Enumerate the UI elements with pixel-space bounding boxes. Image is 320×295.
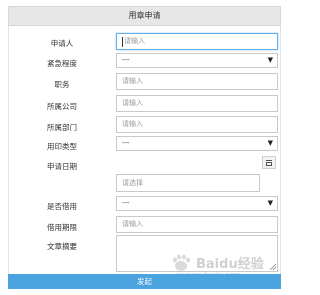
seal-type-label: 用印类型 — [47, 142, 77, 151]
urgency-select[interactable]: --- ▼ — [116, 53, 278, 68]
dropdown-arrow-icon: ▼ — [267, 139, 273, 147]
borrow-value: --- — [122, 199, 130, 207]
company-placeholder: 请输入 — [122, 99, 143, 107]
form-title: 用章申请 — [8, 6, 281, 26]
company-label: 所属公司 — [47, 102, 77, 111]
summary-label: 文章摘要 — [47, 242, 77, 251]
borrow-period-placeholder: 请输入 — [122, 220, 143, 228]
submit-button[interactable]: 发起 — [8, 274, 281, 289]
urgency-label: 紧急程度 — [47, 59, 77, 68]
apply-date-placeholder: 请选择 — [122, 179, 143, 187]
seal-type-select[interactable]: --- ▼ — [116, 136, 278, 151]
position-label: 职务 — [54, 80, 70, 89]
apply-date-label: 申请日期 — [47, 162, 77, 171]
position-placeholder: 请输入 — [122, 77, 143, 85]
dropdown-arrow-icon: ▼ — [267, 56, 273, 64]
position-input[interactable]: 请输入 — [116, 73, 278, 90]
borrow-period-input[interactable]: 请输入 — [116, 216, 278, 233]
apply-date-input[interactable]: 请选择 — [116, 174, 260, 192]
seal-type-value: --- — [122, 139, 130, 147]
borrow-select[interactable]: --- ▼ — [116, 196, 278, 211]
company-input[interactable]: 请输入 — [116, 95, 278, 112]
applicant-label: 申请人 — [50, 39, 74, 48]
calendar-icon[interactable] — [262, 156, 276, 169]
watermark-brand: Baidu经验 — [196, 257, 264, 272]
borrow-label: 是否借用 — [47, 202, 77, 211]
borrow-period-label: 借用期限 — [47, 223, 77, 232]
department-label: 所属部门 — [47, 123, 77, 132]
applicant-placeholder: 请输入 — [124, 37, 145, 45]
department-placeholder: 请输入 — [122, 120, 143, 128]
applicant-input[interactable]: 请输入 — [116, 33, 278, 50]
urgency-value: --- — [122, 56, 130, 64]
department-input[interactable]: 请输入 — [116, 116, 278, 133]
dropdown-arrow-icon: ▼ — [267, 199, 273, 207]
text-caret — [122, 37, 123, 47]
